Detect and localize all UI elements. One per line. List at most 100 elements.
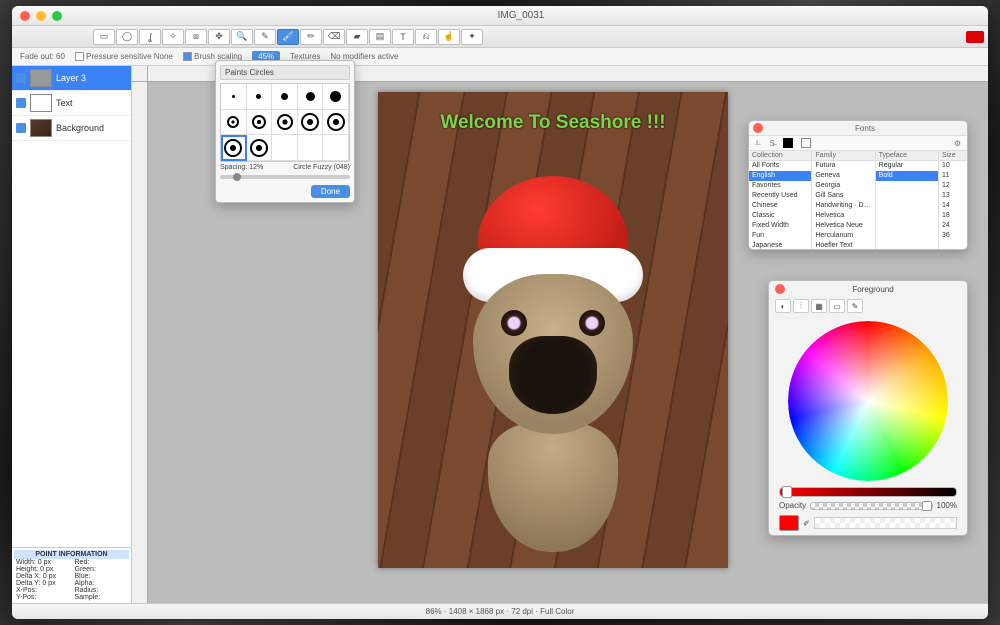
brush-cell[interactable] — [298, 84, 324, 110]
tool-move[interactable]: ✥ — [208, 29, 230, 45]
brush-cell[interactable] — [298, 135, 324, 161]
tool-smudge[interactable]: ☝ — [438, 29, 460, 45]
brush-cell[interactable] — [323, 135, 349, 161]
brush-cell[interactable] — [247, 110, 273, 136]
font-size-item[interactable]: 24 — [939, 221, 967, 231]
font-family-item[interactable]: Handwriting · Dako — [812, 201, 874, 211]
pressure-checkbox[interactable] — [75, 52, 84, 61]
visibility-icon[interactable] — [16, 98, 26, 108]
font-collection-item[interactable]: Favorites — [749, 181, 811, 191]
font-typeface-item[interactable]: Bold — [876, 171, 938, 181]
brush-cell[interactable] — [221, 135, 247, 161]
close-icon[interactable] — [753, 123, 763, 133]
visibility-icon[interactable] — [16, 123, 26, 133]
font-size-item[interactable]: 18 — [939, 211, 967, 221]
font-size-item[interactable]: 14 — [939, 201, 967, 211]
text-color-icon[interactable] — [783, 138, 793, 148]
tool-crop[interactable]: ⧈ — [185, 29, 207, 45]
brush-scaling-checkbox[interactable] — [183, 52, 192, 61]
wheel-tab-icon[interactable]: ◐ — [775, 299, 791, 313]
brush-group-select[interactable]: Paints Circles — [220, 65, 350, 80]
font-family-item[interactable]: Futura — [812, 161, 874, 171]
font-family-item[interactable]: Gill Sans — [812, 191, 874, 201]
font-size-item[interactable]: 13 — [939, 191, 967, 201]
brush-cell[interactable] — [247, 135, 273, 161]
spectrum-tab-icon[interactable]: ▭ — [829, 299, 845, 313]
fonts-col-collection: CollectionAll FontsEnglishFavoritesRecen… — [749, 151, 812, 249]
bg-color-icon[interactable] — [801, 138, 811, 148]
brush-cell[interactable] — [272, 135, 298, 161]
font-size-item[interactable]: 11 — [939, 171, 967, 181]
font-collection-item[interactable]: Classic — [749, 211, 811, 221]
font-family-item[interactable]: Helvetica — [812, 211, 874, 221]
font-family-item[interactable]: Helvetica Neue — [812, 221, 874, 231]
tool-gradient[interactable]: ▤ — [369, 29, 391, 45]
brightness-slider[interactable] — [779, 487, 957, 497]
font-size-item[interactable]: 10 — [939, 161, 967, 171]
tool-select-ellipse[interactable]: ◯ — [116, 29, 138, 45]
color-history-strip[interactable] — [814, 517, 957, 529]
font-family-item[interactable]: Georgia — [812, 181, 874, 191]
layer-row[interactable]: Background — [12, 116, 131, 141]
tool-pencil[interactable]: ✏ — [300, 29, 322, 45]
font-collection-item[interactable]: Fixed Width — [749, 221, 811, 231]
crayons-tab-icon[interactable]: ✎ — [847, 299, 863, 313]
tool-brush[interactable]: 🖌 — [277, 29, 299, 45]
font-family-item[interactable]: Hoefler Text — [812, 241, 874, 249]
color-wheel[interactable] — [788, 321, 948, 481]
tool-effects[interactable]: ✦ — [461, 29, 483, 45]
eyedropper-icon[interactable]: ✐ — [803, 519, 810, 528]
brush-cell[interactable] — [272, 110, 298, 136]
brush-cell[interactable] — [323, 110, 349, 136]
brush-cell[interactable] — [323, 84, 349, 110]
canvas[interactable]: G Welcome To Seashore !!! — [378, 92, 728, 568]
fonts-panel[interactable]: Fonts ⎁ S̶ ⚙ CollectionAll FontsEnglishF… — [748, 120, 968, 250]
font-collection-item[interactable]: English — [749, 171, 811, 181]
tool-lasso[interactable]: ʆ — [139, 29, 161, 45]
tool-bucket[interactable]: ▰ — [346, 29, 368, 45]
font-collection-item[interactable]: Japanese — [749, 241, 811, 249]
minimize-icon[interactable] — [36, 11, 46, 21]
current-color-swatch[interactable] — [779, 515, 799, 531]
close-icon[interactable] — [20, 11, 30, 21]
palette-tab-icon[interactable]: ▦ — [811, 299, 827, 313]
font-collection-item[interactable]: Chinese — [749, 201, 811, 211]
strike-icon[interactable]: S̶ — [769, 139, 774, 148]
settings-icon[interactable]: ⚙ — [954, 139, 961, 148]
tool-text[interactable]: T — [392, 29, 414, 45]
visibility-icon[interactable] — [16, 73, 26, 83]
font-size-item[interactable]: 36 — [939, 231, 967, 241]
tool-eyedropper[interactable]: ✎ — [254, 29, 276, 45]
font-typeface-item[interactable]: Regular — [876, 161, 938, 171]
muzzle-icon — [509, 336, 597, 414]
layer-row[interactable]: Layer 3 — [12, 66, 131, 91]
brush-cell[interactable] — [221, 84, 247, 110]
sliders-tab-icon[interactable]: ⦙ — [793, 299, 809, 313]
underline-icon[interactable]: ⎁ — [755, 138, 761, 148]
brush-cell[interactable] — [298, 110, 324, 136]
tool-eraser[interactable]: ⌫ — [323, 29, 345, 45]
layer-row[interactable]: Text — [12, 91, 131, 116]
font-family-item[interactable]: Geneva — [812, 171, 874, 181]
done-button[interactable]: Done — [311, 185, 350, 198]
font-family-item[interactable]: Herculanum — [812, 231, 874, 241]
opacity-slider[interactable] — [810, 502, 932, 510]
tool-magic-wand[interactable]: ✧ — [162, 29, 184, 45]
layer-name: Layer 3 — [56, 73, 86, 83]
font-collection-item[interactable]: Fun — [749, 231, 811, 241]
tool-clone[interactable]: ⎌ — [415, 29, 437, 45]
color-panel[interactable]: Foreground ◐ ⦙ ▦ ▭ ✎ Opacity 100% ✐ — [768, 280, 968, 536]
tool-zoom[interactable]: 🔍 — [231, 29, 253, 45]
tool-select-rect[interactable]: ▭ — [93, 29, 115, 45]
brush-cell[interactable] — [247, 84, 273, 110]
brush-cell[interactable] — [221, 110, 247, 136]
brush-picker-panel[interactable]: Paints Circles Spacing: 12% Circle Fuzzy… — [215, 60, 355, 203]
font-collection-item[interactable]: Recently Used — [749, 191, 811, 201]
close-icon[interactable] — [775, 284, 785, 294]
zoom-icon[interactable] — [52, 11, 62, 21]
font-size-item[interactable]: 12 — [939, 181, 967, 191]
font-collection-item[interactable]: All Fonts — [749, 161, 811, 171]
spacing-slider[interactable] — [220, 175, 350, 179]
brush-cell[interactable] — [272, 84, 298, 110]
fade-out-label: Fade out: 60 — [20, 52, 65, 61]
